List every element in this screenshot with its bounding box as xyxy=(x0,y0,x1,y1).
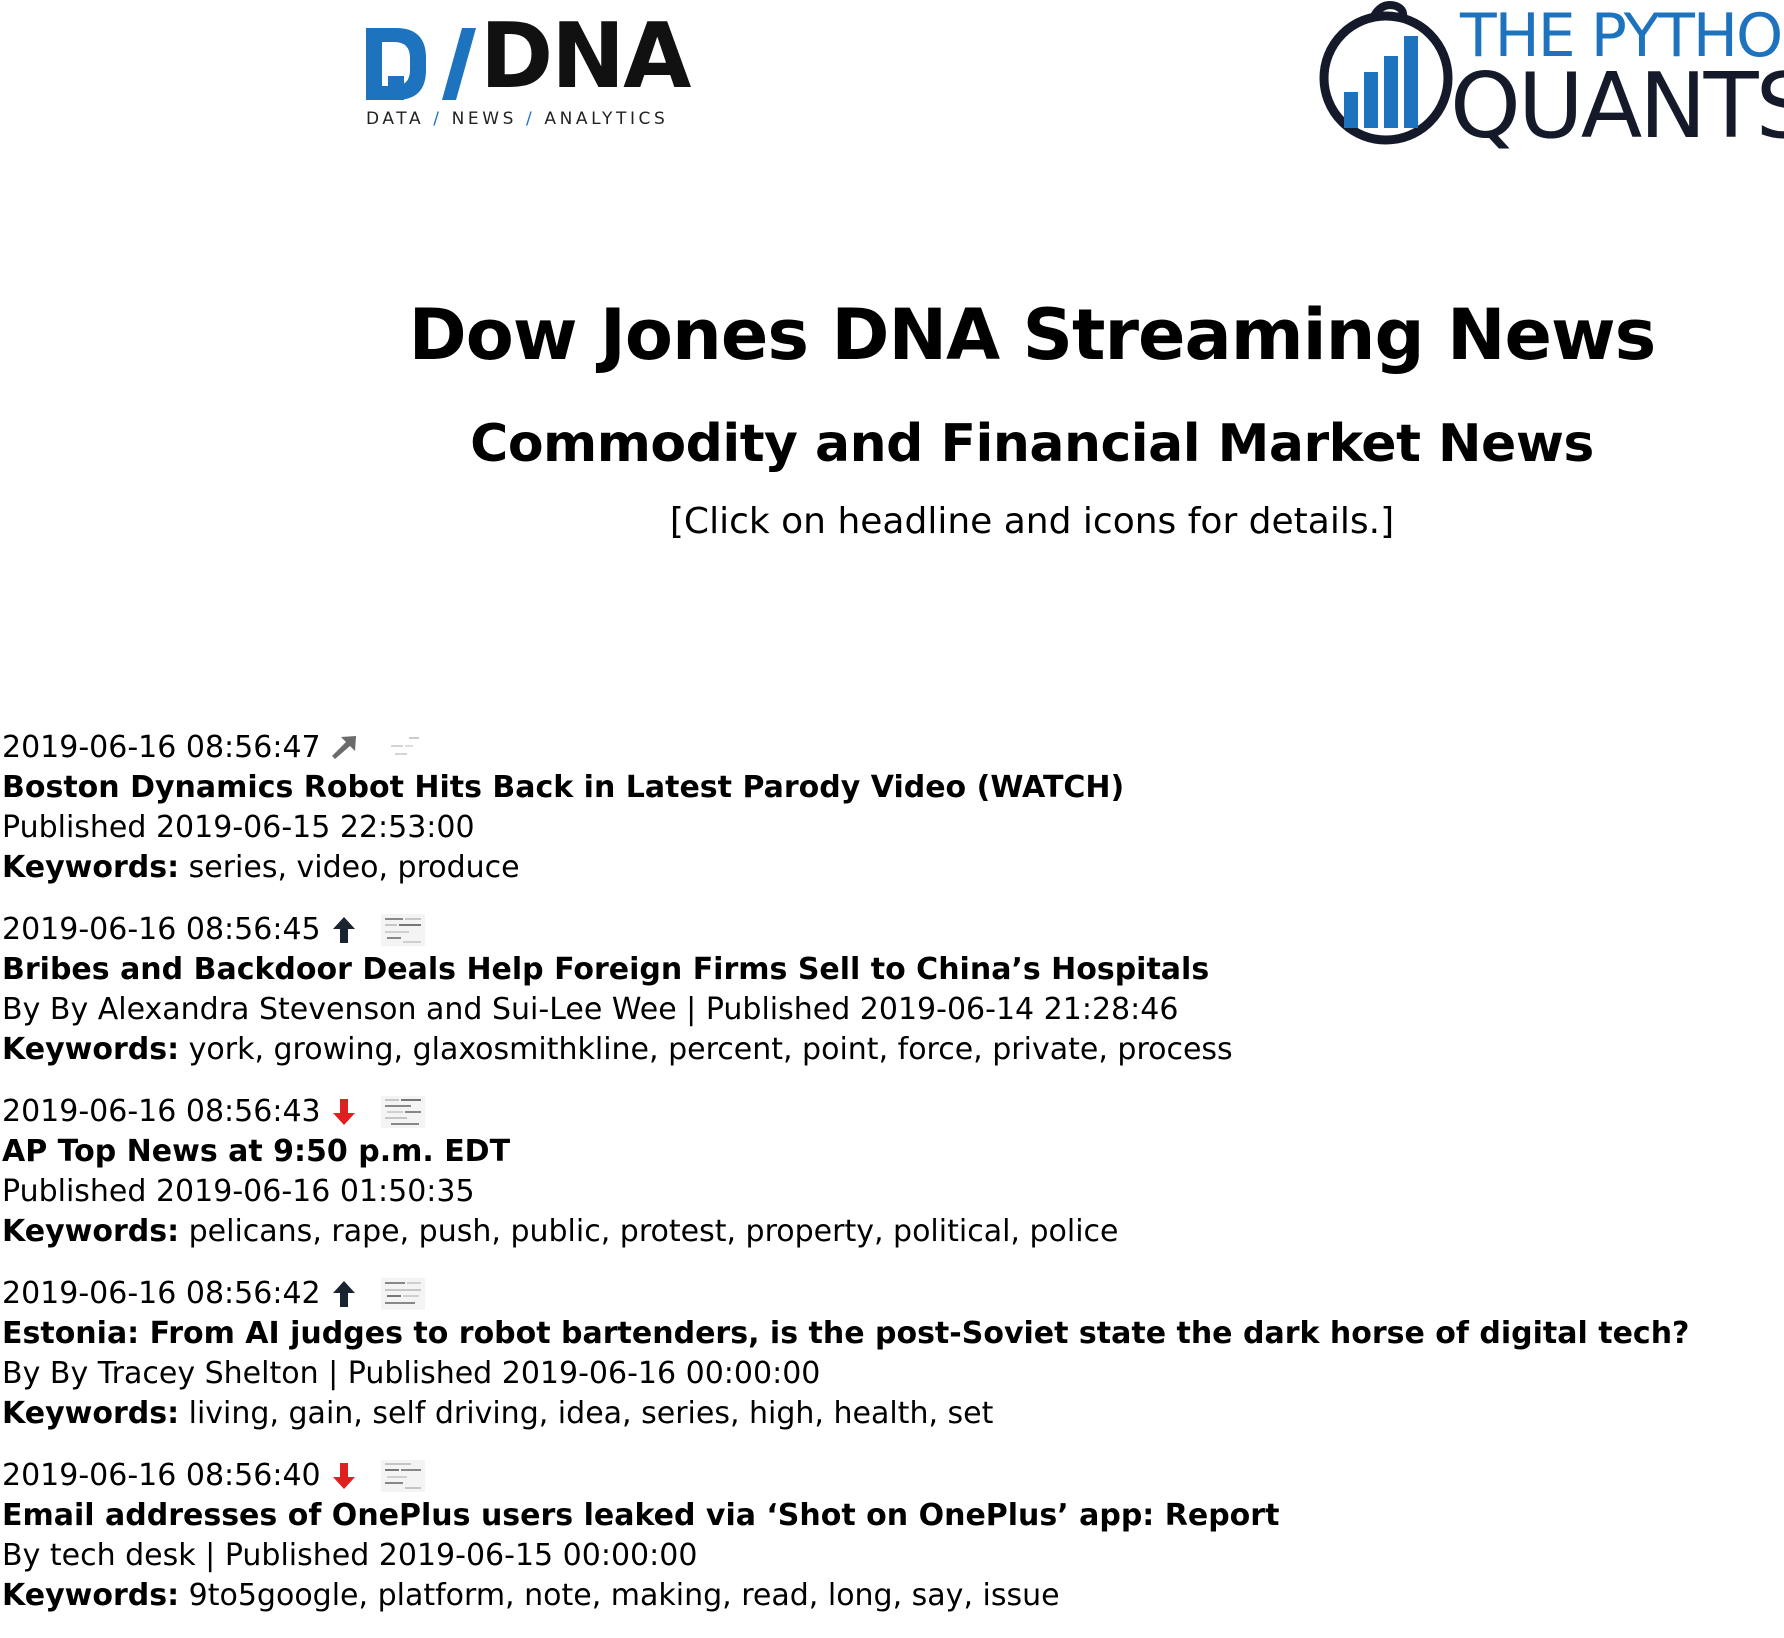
keywords-value: series, video, produce xyxy=(188,850,520,885)
news-timestamp: 2019-06-16 08:56:42 xyxy=(2,1276,321,1311)
title-block: Dow Jones DNA Streaming News Commodity a… xyxy=(0,300,1784,540)
news-time-row: 2019-06-16 08:56:42 xyxy=(2,1274,1762,1314)
tagline-part: NEWS xyxy=(451,109,518,129)
news-byline: Published 2019-06-15 22:53:00 xyxy=(2,810,475,845)
dna-logo: DNA DATA / NEWS / ANALYTICS xyxy=(366,12,691,134)
keywords-label: Keywords: xyxy=(2,1214,180,1249)
keywords-value: pelicans, rape, push, public, protest, p… xyxy=(188,1214,1119,1249)
page-subtitle: Commodity and Financial Market News xyxy=(470,414,1594,474)
news-item: 2019-06-16 08:56:43 AP Top News at 9:50 … xyxy=(2,1092,1762,1252)
arrow-up-icon[interactable] xyxy=(329,915,359,945)
wordcloud-icon[interactable] xyxy=(380,1278,425,1310)
news-byline: Published 2019-06-16 01:50:35 xyxy=(2,1174,475,1209)
news-time-row: 2019-06-16 08:56:43 xyxy=(2,1092,1762,1132)
news-item: 2019-06-16 08:56:47 Boston Dynamics Robo… xyxy=(2,728,1762,888)
news-keywords: Keywords: 9to5google, platform, note, ma… xyxy=(2,1576,1762,1616)
keywords-value: york, growing, glaxosmithkline, percent,… xyxy=(188,1032,1233,1067)
news-timestamp: 2019-06-16 08:56:47 xyxy=(2,730,321,765)
tpq-line2: QUANTS xyxy=(1450,54,1784,159)
news-item: 2019-06-16 08:56:42 Estonia: From AI jud… xyxy=(2,1274,1762,1434)
news-item: 2019-06-16 08:56:40 Email addresses of O… xyxy=(2,1456,1762,1616)
news-byline: By tech desk | Published 2019-06-15 00:0… xyxy=(2,1538,698,1573)
page-title: Dow Jones DNA Streaming News xyxy=(408,294,1657,376)
keywords-label: Keywords: xyxy=(2,1578,180,1613)
keywords-value: 9to5google, platform, note, making, read… xyxy=(188,1578,1060,1613)
news-byline: By By Alexandra Stevenson and Sui-Lee We… xyxy=(2,992,1179,1027)
keywords-label: Keywords: xyxy=(2,850,180,885)
news-timestamp: 2019-06-16 08:56:40 xyxy=(2,1458,321,1493)
news-timestamp: 2019-06-16 08:56:45 xyxy=(2,912,321,947)
tpq-logo: THE PYTHON QUANTS xyxy=(1316,0,1784,159)
wordcloud-icon[interactable] xyxy=(380,914,425,946)
news-list: 2019-06-16 08:56:47 Boston Dynamics Robo… xyxy=(2,728,1762,1638)
diagonal-arrow-icon[interactable] xyxy=(329,733,359,763)
dna-wordmark: DNA xyxy=(480,4,691,109)
news-headline-link[interactable]: Estonia: From AI judges to robot bartend… xyxy=(2,1314,1762,1354)
keywords-value: living, gain, self driving, idea, series… xyxy=(188,1396,994,1431)
wordcloud-icon[interactable] xyxy=(380,1096,425,1128)
news-headline-link[interactable]: Email addresses of OnePlus users leaked … xyxy=(2,1496,1762,1536)
wordcloud-icon[interactable] xyxy=(380,1460,425,1492)
arrow-down-icon[interactable] xyxy=(329,1097,359,1127)
wordcloud-icon[interactable] xyxy=(380,732,425,764)
news-keywords: Keywords: pelicans, rape, push, public, … xyxy=(2,1212,1762,1252)
news-keywords: Keywords: series, video, produce xyxy=(2,848,1762,888)
news-headline-link[interactable]: Bribes and Backdoor Deals Help Foreign F… xyxy=(2,950,1762,990)
keywords-label: Keywords: xyxy=(2,1396,180,1431)
page-hint: [Click on headline and icons for details… xyxy=(669,501,1395,542)
news-headline-link[interactable]: AP Top News at 9:50 p.m. EDT xyxy=(2,1132,1762,1172)
tagline-part: DATA xyxy=(366,109,425,129)
arrow-up-icon[interactable] xyxy=(329,1279,359,1309)
news-keywords: Keywords: living, gain, self driving, id… xyxy=(2,1394,1762,1434)
dna-tagline: DATA / NEWS / ANALYTICS xyxy=(366,109,669,129)
tpq-emblem-icon xyxy=(1319,1,1453,145)
news-keywords: Keywords: york, growing, glaxosmithkline… xyxy=(2,1030,1762,1070)
news-time-row: 2019-06-16 08:56:45 xyxy=(2,910,1762,950)
news-time-row: 2019-06-16 08:56:40 xyxy=(2,1456,1762,1496)
news-headline-link[interactable]: Boston Dynamics Robot Hits Back in Lates… xyxy=(2,768,1762,808)
news-timestamp: 2019-06-16 08:56:43 xyxy=(2,1094,321,1129)
news-item: 2019-06-16 08:56:45 Bribes and Backdoor … xyxy=(2,910,1762,1070)
tagline-part: ANALYTICS xyxy=(544,109,669,129)
dna-logo-mark-icon xyxy=(366,28,476,100)
arrow-down-icon[interactable] xyxy=(329,1461,359,1491)
news-time-row: 2019-06-16 08:56:47 xyxy=(2,728,1762,768)
keywords-label: Keywords: xyxy=(2,1032,180,1067)
news-byline: By By Tracey Shelton | Published 2019-06… xyxy=(2,1356,821,1391)
